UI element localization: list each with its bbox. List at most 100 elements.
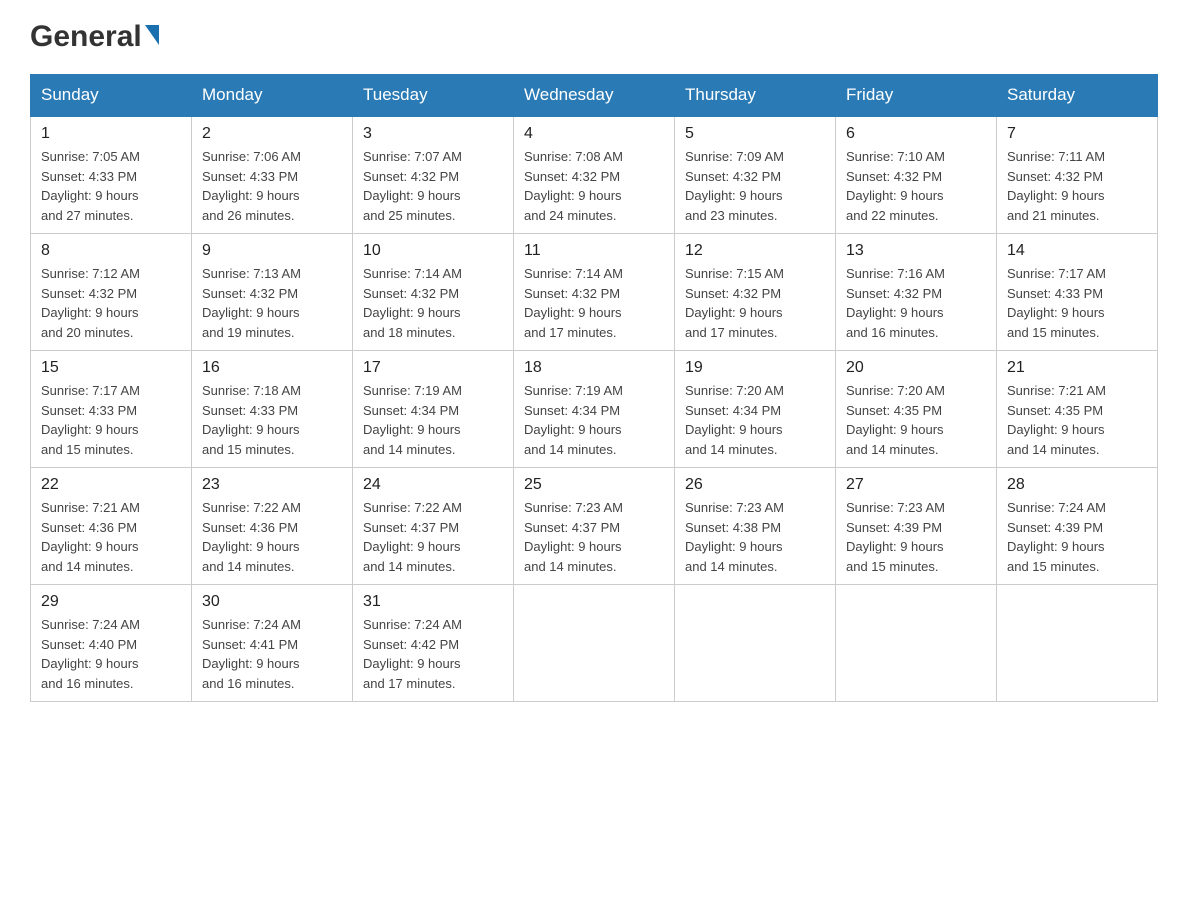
week-row-3: 15Sunrise: 7:17 AMSunset: 4:33 PMDayligh… xyxy=(31,351,1158,468)
calendar-cell: 9 Sunrise: 7:13 AMSunset: 4:32 PMDaylight… xyxy=(192,234,353,351)
calendar-cell: 3Sunrise: 7:07 AMSunset: 4:32 PMDaylight… xyxy=(353,116,514,234)
day-number: 20 xyxy=(846,359,986,377)
day-info: Sunrise: 7:23 AMSunset: 4:37 PMDaylight:… xyxy=(524,498,664,576)
day-number: 24 xyxy=(363,476,503,494)
calendar-cell: 8 Sunrise: 7:12 AMSunset: 4:32 PMDaylight… xyxy=(31,234,192,351)
day-info: Sunrise: 7:23 AMSunset: 4:38 PMDaylight:… xyxy=(685,498,825,576)
header-sunday: Sunday xyxy=(31,75,192,117)
calendar-cell: 6 Sunrise: 7:10 AMSunset: 4:32 PMDaylight… xyxy=(836,116,997,234)
day-info: Sunrise: 7:13 AMSunset: 4:32 PMDaylight:… xyxy=(202,264,342,342)
day-number: 12 xyxy=(685,242,825,260)
day-number: 13 xyxy=(846,242,986,260)
calendar-cell: 7 Sunrise: 7:11 AMSunset: 4:32 PMDaylight… xyxy=(997,116,1158,234)
day-number: 4 xyxy=(524,125,664,143)
day-info: Sunrise: 7:10 AMSunset: 4:32 PMDaylight:… xyxy=(846,147,986,225)
calendar-cell: 2 Sunrise: 7:06 AMSunset: 4:33 PMDaylight… xyxy=(192,116,353,234)
day-number: 17 xyxy=(363,359,503,377)
calendar-cell: 21 Sunrise: 7:21 AMSunset: 4:35 PMDayligh… xyxy=(997,351,1158,468)
day-number: 3 xyxy=(363,125,503,143)
day-info: Sunrise: 7:23 AMSunset: 4:39 PMDaylight:… xyxy=(846,498,986,576)
day-number: 28 xyxy=(1007,476,1147,494)
calendar-cell: 24 Sunrise: 7:22 AMSunset: 4:37 PMDayligh… xyxy=(353,468,514,585)
calendar-cell: 18Sunrise: 7:19 AMSunset: 4:34 PMDayligh… xyxy=(514,351,675,468)
calendar-cell: 26 Sunrise: 7:23 AMSunset: 4:38 PMDayligh… xyxy=(675,468,836,585)
day-number: 26 xyxy=(685,476,825,494)
day-number: 14 xyxy=(1007,242,1147,260)
day-info: Sunrise: 7:19 AMSunset: 4:34 PMDaylight:… xyxy=(524,381,664,459)
calendar-cell xyxy=(514,585,675,702)
calendar-cell: 20 Sunrise: 7:20 AMSunset: 4:35 PMDayligh… xyxy=(836,351,997,468)
day-info: Sunrise: 7:19 AMSunset: 4:34 PMDaylight:… xyxy=(363,381,503,459)
week-row-1: 1Sunrise: 7:05 AMSunset: 4:33 PMDaylight… xyxy=(31,116,1158,234)
header-saturday: Saturday xyxy=(997,75,1158,117)
day-number: 27 xyxy=(846,476,986,494)
calendar-table: SundayMondayTuesdayWednesdayThursdayFrid… xyxy=(30,74,1158,702)
calendar-cell: 31 Sunrise: 7:24 AMSunset: 4:42 PMDayligh… xyxy=(353,585,514,702)
day-number: 22 xyxy=(41,476,181,494)
calendar-cell: 14 Sunrise: 7:17 AMSunset: 4:33 PMDayligh… xyxy=(997,234,1158,351)
calendar-cell: 28 Sunrise: 7:24 AMSunset: 4:39 PMDayligh… xyxy=(997,468,1158,585)
day-info: Sunrise: 7:24 AMSunset: 4:39 PMDaylight:… xyxy=(1007,498,1147,576)
day-info: Sunrise: 7:16 AMSunset: 4:32 PMDaylight:… xyxy=(846,264,986,342)
calendar-cell: 4 Sunrise: 7:08 AMSunset: 4:32 PMDaylight… xyxy=(514,116,675,234)
day-info: Sunrise: 7:18 AMSunset: 4:33 PMDaylight:… xyxy=(202,381,342,459)
calendar-cell: 22 Sunrise: 7:21 AMSunset: 4:36 PMDayligh… xyxy=(31,468,192,585)
calendar-cell: 30 Sunrise: 7:24 AMSunset: 4:41 PMDayligh… xyxy=(192,585,353,702)
calendar-header: SundayMondayTuesdayWednesdayThursdayFrid… xyxy=(31,75,1158,117)
day-number: 25 xyxy=(524,476,664,494)
week-row-2: 8 Sunrise: 7:12 AMSunset: 4:32 PMDaylight… xyxy=(31,234,1158,351)
day-info: Sunrise: 7:20 AMSunset: 4:34 PMDaylight:… xyxy=(685,381,825,459)
day-info: Sunrise: 7:22 AMSunset: 4:37 PMDaylight:… xyxy=(363,498,503,576)
day-info: Sunrise: 7:06 AMSunset: 4:33 PMDaylight:… xyxy=(202,147,342,225)
day-number: 16 xyxy=(202,359,342,377)
calendar-cell: 25 Sunrise: 7:23 AMSunset: 4:37 PMDayligh… xyxy=(514,468,675,585)
calendar-cell: 12 Sunrise: 7:15 AMSunset: 4:32 PMDayligh… xyxy=(675,234,836,351)
calendar-cell: 11 Sunrise: 7:14 AMSunset: 4:32 PMDayligh… xyxy=(514,234,675,351)
day-number: 2 xyxy=(202,125,342,143)
calendar-cell: 16 Sunrise: 7:18 AMSunset: 4:33 PMDayligh… xyxy=(192,351,353,468)
logo-arrow-icon xyxy=(145,25,159,45)
day-info: Sunrise: 7:24 AMSunset: 4:40 PMDaylight:… xyxy=(41,615,181,693)
day-number: 10 xyxy=(363,242,503,260)
header-friday: Friday xyxy=(836,75,997,117)
day-number: 21 xyxy=(1007,359,1147,377)
day-number: 15 xyxy=(41,359,181,377)
day-number: 23 xyxy=(202,476,342,494)
day-number: 19 xyxy=(685,359,825,377)
day-info: Sunrise: 7:24 AMSunset: 4:42 PMDaylight:… xyxy=(363,615,503,693)
calendar-cell: 10Sunrise: 7:14 AMSunset: 4:32 PMDayligh… xyxy=(353,234,514,351)
day-number: 8 xyxy=(41,242,181,260)
day-info: Sunrise: 7:05 AMSunset: 4:33 PMDaylight:… xyxy=(41,147,181,225)
day-number: 9 xyxy=(202,242,342,260)
week-row-4: 22 Sunrise: 7:21 AMSunset: 4:36 PMDayligh… xyxy=(31,468,1158,585)
header-row: SundayMondayTuesdayWednesdayThursdayFrid… xyxy=(31,75,1158,117)
day-info: Sunrise: 7:21 AMSunset: 4:35 PMDaylight:… xyxy=(1007,381,1147,459)
calendar-cell: 5Sunrise: 7:09 AMSunset: 4:32 PMDaylight… xyxy=(675,116,836,234)
day-info: Sunrise: 7:08 AMSunset: 4:32 PMDaylight:… xyxy=(524,147,664,225)
day-number: 31 xyxy=(363,593,503,611)
calendar-cell: 17 Sunrise: 7:19 AMSunset: 4:34 PMDayligh… xyxy=(353,351,514,468)
day-info: Sunrise: 7:11 AMSunset: 4:32 PMDaylight:… xyxy=(1007,147,1147,225)
day-info: Sunrise: 7:09 AMSunset: 4:32 PMDaylight:… xyxy=(685,147,825,225)
header-monday: Monday xyxy=(192,75,353,117)
day-number: 7 xyxy=(1007,125,1147,143)
calendar-cell xyxy=(997,585,1158,702)
week-row-5: 29 Sunrise: 7:24 AMSunset: 4:40 PMDayligh… xyxy=(31,585,1158,702)
day-info: Sunrise: 7:15 AMSunset: 4:32 PMDaylight:… xyxy=(685,264,825,342)
page-header: General xyxy=(30,20,1158,54)
day-info: Sunrise: 7:14 AMSunset: 4:32 PMDaylight:… xyxy=(524,264,664,342)
header-wednesday: Wednesday xyxy=(514,75,675,117)
day-number: 29 xyxy=(41,593,181,611)
day-info: Sunrise: 7:12 AMSunset: 4:32 PMDaylight:… xyxy=(41,264,181,342)
day-number: 6 xyxy=(846,125,986,143)
day-number: 30 xyxy=(202,593,342,611)
logo-general-text: General xyxy=(30,20,142,54)
day-number: 11 xyxy=(524,242,664,260)
logo: General xyxy=(30,20,159,54)
calendar-cell: 29 Sunrise: 7:24 AMSunset: 4:40 PMDayligh… xyxy=(31,585,192,702)
day-info: Sunrise: 7:22 AMSunset: 4:36 PMDaylight:… xyxy=(202,498,342,576)
day-info: Sunrise: 7:24 AMSunset: 4:41 PMDaylight:… xyxy=(202,615,342,693)
day-info: Sunrise: 7:17 AMSunset: 4:33 PMDaylight:… xyxy=(1007,264,1147,342)
day-info: Sunrise: 7:21 AMSunset: 4:36 PMDaylight:… xyxy=(41,498,181,576)
day-info: Sunrise: 7:20 AMSunset: 4:35 PMDaylight:… xyxy=(846,381,986,459)
